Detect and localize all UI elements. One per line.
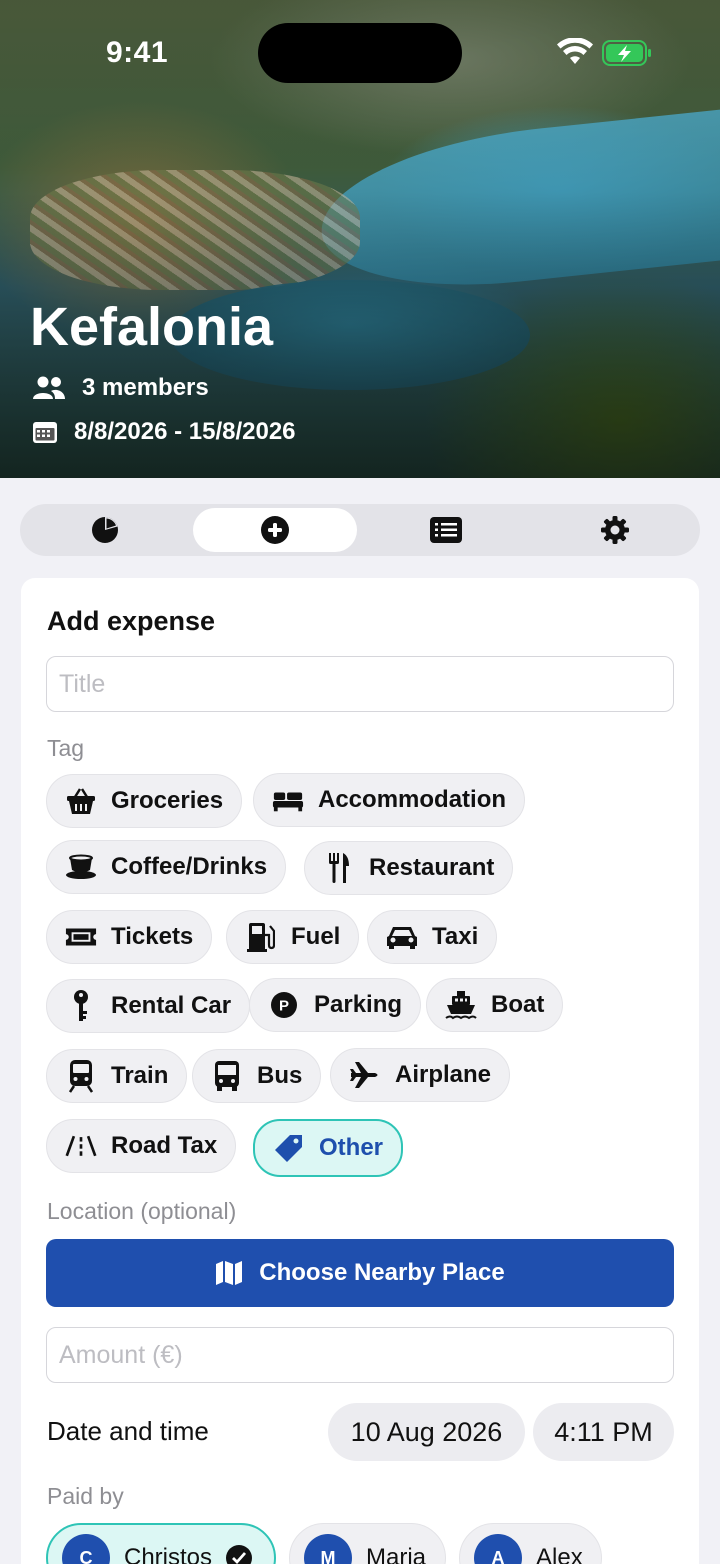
wifi-icon [557, 38, 593, 64]
tag-chip-rental-car[interactable]: Rental Car [46, 979, 251, 1033]
date-time-label: Date and time [47, 1416, 209, 1446]
fuel-pump-icon [245, 921, 277, 953]
paid-by-label: Paid by [47, 1483, 124, 1509]
ticket-icon [65, 921, 97, 953]
tag-chip-train[interactable]: Train [46, 1049, 188, 1103]
gear-icon [601, 516, 630, 544]
members-count: 3 members [82, 374, 209, 401]
avatar: A [474, 1534, 522, 1564]
car-icon [386, 921, 418, 953]
nearby-button-label: Choose Nearby Place [259, 1259, 505, 1286]
tag-label: Bus [257, 1062, 303, 1089]
tab-add-expense[interactable] [193, 508, 358, 552]
parking-icon: P [268, 989, 300, 1021]
tag-label: Parking [314, 991, 403, 1018]
tag-chip-coffee-drinks[interactable]: Coffee/Drinks [46, 840, 287, 894]
view-switcher [20, 504, 700, 556]
tag-label: Taxi [432, 923, 479, 950]
avatar: C [62, 1534, 110, 1564]
title-input[interactable]: Title [46, 656, 674, 712]
tag-label: Road Tax [111, 1132, 218, 1159]
tag-label: Other [319, 1134, 384, 1161]
tag-label: Train [111, 1062, 169, 1089]
airplane-icon [349, 1059, 381, 1091]
add-circle-icon [261, 516, 290, 544]
tag-label: Airplane [395, 1061, 492, 1088]
road-icon [65, 1130, 97, 1162]
map-icon [216, 1261, 243, 1285]
battery-charging-icon [602, 40, 651, 66]
payer-name: Maria [366, 1544, 427, 1564]
tag-chip-road-tax[interactable]: Road Tax [46, 1119, 237, 1173]
tag-chip-airplane[interactable]: Airplane [330, 1048, 511, 1102]
avatar: M [304, 1534, 352, 1564]
dynamic-island [258, 23, 462, 83]
tag-chip-accommodation[interactable]: Accommodation [253, 773, 526, 827]
tag-chip-restaurant[interactable]: Restaurant [304, 841, 514, 895]
tag-label: Coffee/Drinks [111, 853, 268, 880]
tag-chip-other[interactable]: Other [253, 1119, 404, 1177]
key-icon [65, 990, 97, 1022]
tag-chip-parking[interactable]: P Parking [249, 978, 422, 1032]
basket-icon [65, 785, 97, 817]
tag-chip-tickets[interactable]: Tickets [46, 910, 213, 964]
tag-chip-bus[interactable]: Bus [192, 1049, 322, 1103]
tab-summary[interactable] [20, 504, 189, 556]
tag-label: Boat [491, 991, 545, 1018]
tag-label: Accommodation [318, 786, 507, 813]
bus-icon [211, 1060, 243, 1092]
ship-icon [445, 989, 477, 1021]
tag-chip-taxi[interactable]: Taxi [367, 910, 498, 964]
tag-label: Tickets [111, 923, 194, 950]
tag-chip-fuel[interactable]: Fuel [226, 910, 360, 964]
coffee-icon [65, 851, 97, 883]
amount-input[interactable]: Amount (€) [46, 1327, 674, 1383]
payer-name: Alex [536, 1544, 583, 1564]
tag-label: Groceries [111, 787, 224, 814]
tag-label: Rental Car [111, 992, 232, 1019]
payer-chip-alex[interactable]: A Alex [459, 1523, 602, 1564]
add-expense-card: Add expense Title Tag Groceries Accommod… [21, 578, 699, 1564]
trip-title: Kefalonia [30, 297, 274, 357]
payer-chip-maria[interactable]: M Maria [289, 1523, 446, 1564]
tag-chip-boat[interactable]: Boat [426, 978, 564, 1032]
calendar-icon [33, 422, 57, 443]
trip-dates: 8/8/2026 - 15/8/2026 [74, 418, 296, 445]
svg-text:P: P [279, 998, 289, 1015]
bed-icon [272, 784, 304, 816]
payer-name: Christos [124, 1544, 213, 1564]
tab-expense-list[interactable] [361, 504, 530, 556]
tag-label: Fuel [291, 923, 341, 950]
people-icon [33, 376, 65, 399]
location-label: Location (optional) [47, 1198, 237, 1224]
choose-nearby-place-button[interactable]: Choose Nearby Place [46, 1239, 674, 1307]
date-picker[interactable]: 10 Aug 2026 [328, 1403, 525, 1461]
tab-settings[interactable] [531, 504, 700, 556]
tag-icon [273, 1132, 305, 1164]
list-icon [429, 517, 462, 543]
payer-chip-christos[interactable]: C Christos [46, 1523, 276, 1564]
tag-label: Restaurant [369, 854, 495, 881]
utensils-icon [323, 852, 355, 884]
tag-section-label: Tag [47, 735, 85, 761]
tag-chip-groceries[interactable]: Groceries [46, 774, 243, 828]
pie-chart-icon [91, 517, 118, 543]
members-row[interactable]: 3 members [32, 374, 209, 402]
card-heading: Add expense [47, 606, 216, 636]
time-picker[interactable]: 4:11 PM [533, 1403, 674, 1461]
train-icon [65, 1060, 97, 1093]
dates-row: 8/8/2026 - 15/8/2026 [32, 418, 296, 446]
checkmark-icon [226, 1545, 253, 1564]
status-time: 9:41 [106, 36, 169, 69]
